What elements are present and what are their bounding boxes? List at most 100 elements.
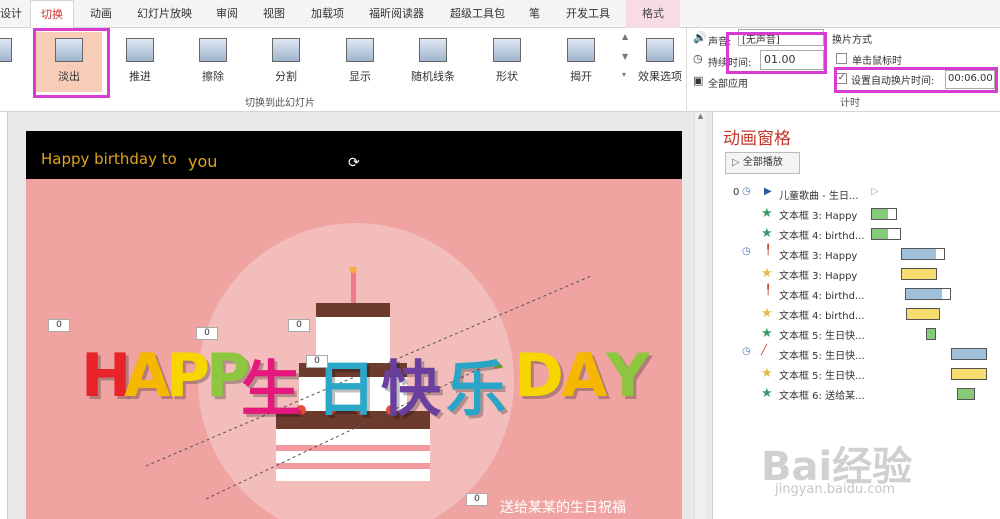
transition-shape[interactable]: 形状 xyxy=(477,32,537,92)
animation-tag[interactable]: 0 xyxy=(48,319,70,332)
transition-split[interactable]: 分割 xyxy=(256,32,316,92)
clock-icon: ◷ xyxy=(742,186,751,197)
gallery-down-icon[interactable]: ▼ xyxy=(622,52,630,62)
animation-tag[interactable]: 0 xyxy=(466,493,488,506)
tab-review[interactable]: 审阅 xyxy=(210,0,244,28)
tab-pen[interactable]: 笔 xyxy=(523,0,546,28)
rotate-handle-icon[interactable]: ⟳ xyxy=(348,155,360,171)
clock-icon: ◷ xyxy=(742,346,751,357)
tab-animations[interactable]: 动画 xyxy=(84,0,118,28)
tab-design[interactable]: 设计 xyxy=(0,0,28,28)
anim-label: 文本框 3: Happy xyxy=(779,251,858,262)
timeline-fill xyxy=(906,289,942,299)
vertical-scrollbar[interactable]: ▲ xyxy=(694,112,706,519)
timeline-bar[interactable] xyxy=(906,308,940,320)
transition-prev[interactable] xyxy=(0,32,28,92)
timeline-bar[interactable] xyxy=(901,248,945,260)
anim-item[interactable]: ★ 文本框 5: 生日快... xyxy=(713,325,1000,344)
letter-a2[interactable]: A xyxy=(561,341,607,411)
anim-item[interactable]: ◷ ╱ 文本框 5: 生日快... xyxy=(713,345,1000,364)
letter-a[interactable]: A xyxy=(124,341,170,411)
clock-icon: ◷ xyxy=(742,246,751,257)
transition-uncover[interactable]: 揭开 xyxy=(551,32,611,92)
transition-label: 随机线条 xyxy=(411,70,455,83)
timeline-bar[interactable] xyxy=(905,288,951,300)
timeline-bar[interactable] xyxy=(901,268,937,280)
anim-item[interactable]: ★ 文本框 5: 生日快... xyxy=(713,365,1000,384)
gallery-more-icon[interactable]: ▾ xyxy=(622,70,630,80)
letter-d[interactable]: D xyxy=(514,341,564,411)
anim-item[interactable]: ★ 文本框 3: Happy xyxy=(713,205,1000,224)
apply-all-button[interactable]: 全部应用 xyxy=(708,75,748,90)
anim-item[interactable]: ★ 文本框 4: birthd... xyxy=(713,305,1000,324)
scroll-up-icon[interactable]: ▲ xyxy=(695,112,706,120)
transition-label: 推进 xyxy=(129,70,151,83)
animation-tag[interactable]: 0 xyxy=(196,327,218,340)
sound-icon: 🔊 xyxy=(693,31,707,44)
motion-path-icon: ╱ xyxy=(761,345,768,356)
tab-foxit[interactable]: 福昕阅读器 xyxy=(363,0,430,28)
animation-tag[interactable]: 0 xyxy=(288,319,310,332)
anim-label: 文本框 3: Happy xyxy=(779,271,858,282)
letter-y[interactable]: Y xyxy=(606,341,649,411)
tab-format[interactable]: 格式 xyxy=(626,0,680,28)
tab-developer[interactable]: 开发工具 xyxy=(560,0,616,28)
animation-tag[interactable]: 0 xyxy=(306,355,328,368)
slide[interactable]: Happy birthday to you H A P P 生 日 快 乐 D … xyxy=(26,131,682,519)
wipe-icon xyxy=(199,38,227,62)
play-all-button[interactable]: ▷ 全部播放 xyxy=(725,152,800,174)
anim-item[interactable]: ★ 文本框 4: birthd... xyxy=(713,225,1000,244)
gallery-up-icon[interactable]: ▲ xyxy=(622,32,630,42)
letter-kuai[interactable]: 快 xyxy=(381,341,441,428)
timeline-bar[interactable] xyxy=(871,228,901,240)
letter-le[interactable]: 乐 xyxy=(446,341,506,428)
on-click-label: 单击鼠标时 xyxy=(852,56,902,67)
anim-item[interactable]: 0 ◷ ▶ 儿童歌曲 - 生日... ▷ xyxy=(713,185,1000,204)
transition-label: 揭开 xyxy=(570,70,592,83)
transition-icon xyxy=(0,38,12,62)
slide-footer-text[interactable]: 送给某某的生日祝福 xyxy=(500,497,626,517)
tab-view[interactable]: 视图 xyxy=(257,0,291,28)
animation-pane-title: 动画窗格 xyxy=(723,129,791,149)
timeline-bar[interactable] xyxy=(926,328,936,340)
tab-slideshow[interactable]: 幻灯片放映 xyxy=(131,0,198,28)
transition-push[interactable]: 推进 xyxy=(110,32,170,92)
timeline-bar[interactable] xyxy=(951,368,987,380)
timeline-bar[interactable] xyxy=(871,208,897,220)
anim-label: 文本框 5: 生日快... xyxy=(779,371,865,382)
anim-item[interactable]: ◷ ╿ 文本框 3: Happy xyxy=(713,245,1000,264)
transition-random-bars[interactable]: 随机线条 xyxy=(403,32,463,92)
uncover-icon xyxy=(567,38,595,62)
advance-label: 换片方式 xyxy=(832,35,872,46)
motion-paths xyxy=(145,275,592,500)
letter-p[interactable]: P xyxy=(166,341,210,411)
timeline-bar[interactable] xyxy=(951,348,987,360)
anim-label: 儿童歌曲 - 生日... xyxy=(779,191,859,202)
letter-sheng[interactable]: 生 xyxy=(241,341,301,428)
effect-options-button[interactable]: 效果选项 xyxy=(632,32,688,92)
clock-icon: ◷ xyxy=(693,52,703,65)
tab-super-tools[interactable]: 超级工具包 xyxy=(444,0,511,28)
timeline-bar[interactable] xyxy=(957,388,975,400)
play-all-label: 全部播放 xyxy=(742,157,783,168)
highlight-duration xyxy=(726,32,827,74)
on-click-checkbox[interactable] xyxy=(836,53,847,64)
play-outline-icon: ▷ xyxy=(871,186,879,197)
tab-transitions[interactable]: 切换 xyxy=(30,0,74,29)
thumbnail-pane[interactable] xyxy=(0,112,8,519)
transition-label: 形状 xyxy=(496,70,518,83)
timeline-fill xyxy=(872,209,888,219)
anim-label: 文本框 4: birthd... xyxy=(779,231,865,242)
anim-item[interactable]: ╿ 文本框 4: birthd... xyxy=(713,285,1000,304)
anim-label: 文本框 4: birthd... xyxy=(779,311,865,322)
transition-wipe[interactable]: 擦除 xyxy=(183,32,243,92)
anim-item[interactable]: ★ 文本框 6: 送给某... xyxy=(713,385,1000,404)
star-icon: ★ xyxy=(761,386,773,401)
star-icon: ★ xyxy=(761,366,773,381)
tab-addins[interactable]: 加载项 xyxy=(305,0,350,28)
ribbon-tabs: 设计 切换 动画 幻灯片放映 审阅 视图 加载项 福昕阅读器 超级工具包 笔 开… xyxy=(0,0,1000,29)
anim-item[interactable]: ★ 文本框 3: Happy xyxy=(713,265,1000,284)
anim-index: 0 xyxy=(733,187,740,198)
transition-reveal[interactable]: 显示 xyxy=(330,32,390,92)
anim-label: 文本框 3: Happy xyxy=(779,211,858,222)
